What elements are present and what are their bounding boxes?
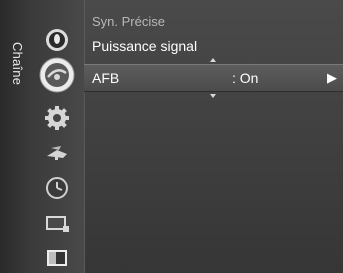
channel-antenna-icon[interactable] bbox=[38, 56, 76, 94]
side-tab: Chaîne bbox=[0, 0, 30, 273]
nav-icon-column bbox=[30, 0, 85, 273]
menu-frame: Chaîne Syn. Précise Puissance signal AFB… bbox=[0, 0, 343, 273]
clock-icon[interactable] bbox=[43, 174, 71, 202]
channel-menu: Syn. Précise Puissance signal AFB : On ▶ bbox=[84, 0, 343, 273]
support-icon[interactable] bbox=[43, 244, 71, 272]
menu-item-label: Syn. Précise bbox=[92, 14, 165, 29]
scroll-down-icon[interactable] bbox=[210, 94, 216, 98]
menu-item-label: AFB bbox=[92, 70, 120, 86]
application-icon[interactable] bbox=[43, 210, 71, 238]
scroll-up-icon[interactable] bbox=[210, 58, 216, 62]
menu-item-value: : On bbox=[232, 70, 259, 86]
chevron-right-icon: ▶ bbox=[327, 70, 337, 85]
menu-item-signal-strength[interactable]: Puissance signal bbox=[84, 34, 343, 58]
menu-item-afb[interactable]: AFB : On ▶ bbox=[84, 64, 343, 92]
picture-icon[interactable] bbox=[43, 26, 71, 54]
menu-item-label: Puissance signal bbox=[92, 38, 198, 54]
setup-gear-icon[interactable] bbox=[43, 104, 71, 132]
input-icon[interactable] bbox=[43, 138, 71, 166]
menu-item-fine-tune: Syn. Précise bbox=[84, 10, 343, 34]
side-tab-label: Chaîne bbox=[10, 42, 25, 86]
